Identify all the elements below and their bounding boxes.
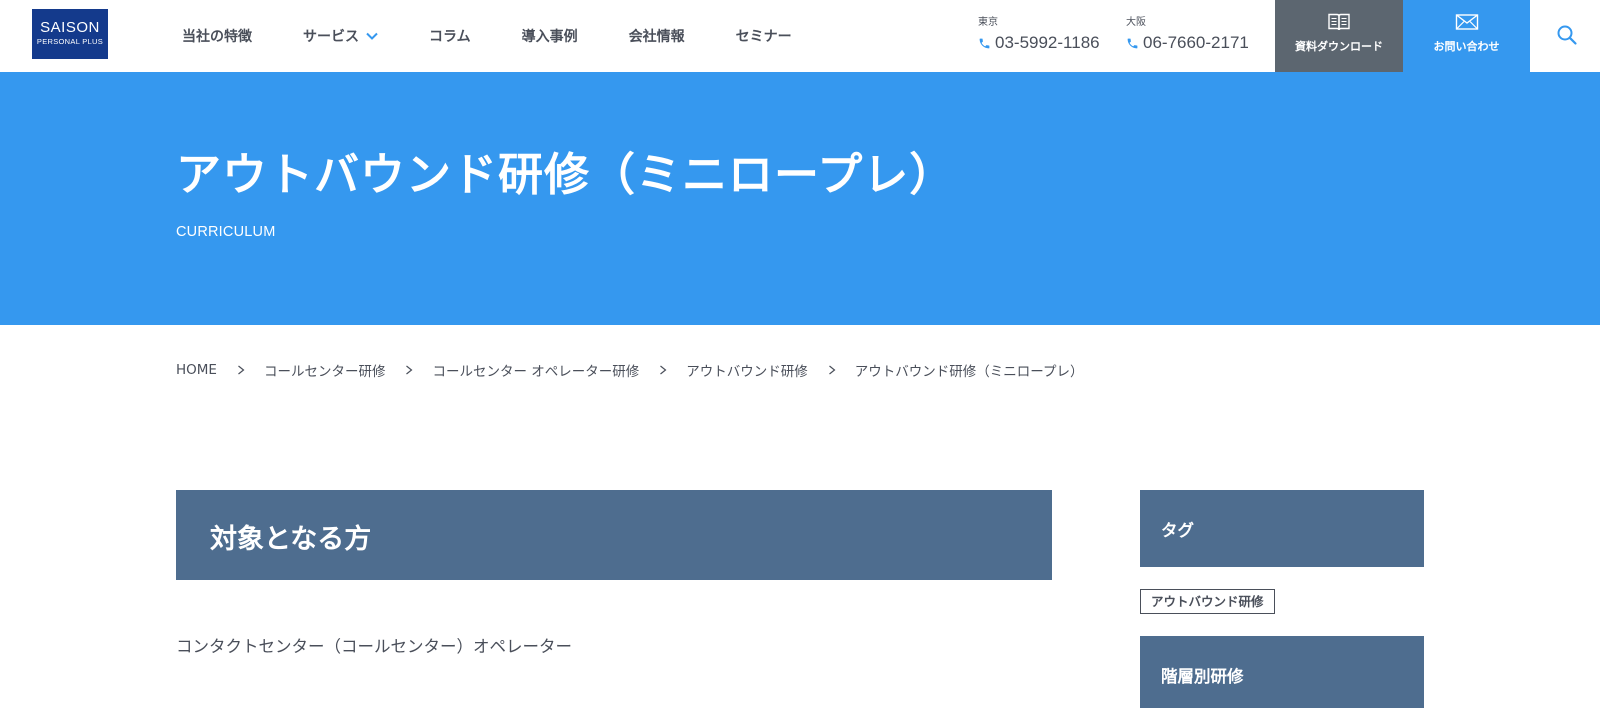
- chevron-right-icon: [828, 365, 836, 375]
- nav-item-features[interactable]: 当社の特徴: [182, 26, 252, 46]
- page-title: アウトバウンド研修（ミニロープレ）: [176, 148, 956, 201]
- phone-number-tokyo[interactable]: 03-5992-1186: [978, 33, 1100, 53]
- nav-item-seminar[interactable]: セミナー: [736, 26, 792, 46]
- breadcrumb-item-home[interactable]: HOME: [176, 362, 217, 378]
- phone-label-tokyo: 東京: [978, 17, 998, 28]
- phone-tokyo: 東京 03-5992-1186: [978, 16, 1100, 53]
- nav-item-column[interactable]: コラム: [429, 26, 471, 46]
- section-title: 対象となる方: [210, 524, 372, 555]
- breadcrumb-item-outbound[interactable]: アウトバウンド研修: [686, 360, 808, 380]
- company-logo[interactable]: SAISON PERSONAL PLUS: [32, 9, 108, 59]
- nav-item-label: サービス: [303, 29, 359, 45]
- contact-button-label: お問い合わせ: [1433, 40, 1500, 53]
- nav-item-label: 当社の特徴: [182, 29, 252, 45]
- nav-item-label: 導入事例: [521, 29, 578, 45]
- nav-item-label: セミナー: [735, 29, 792, 45]
- main-nav: 当社の特徴 サービス コラム 導入事例 会社情報 セミナー: [182, 0, 792, 72]
- download-button[interactable]: 資料ダウンロード: [1275, 0, 1403, 72]
- logo-sub-text: PERSONAL PLUS: [36, 37, 104, 46]
- target-audience-text: コンタクトセンター（コールセンター）オペレーター: [176, 637, 572, 656]
- breadcrumb-item-callcenter[interactable]: コールセンター研修: [264, 360, 386, 380]
- phone-label-osaka: 大阪: [1126, 17, 1146, 28]
- contact-button[interactable]: お問い合わせ: [1403, 0, 1530, 72]
- phone-osaka: 大阪 06-7660-2171: [1126, 16, 1249, 53]
- book-icon: [1328, 13, 1350, 31]
- nav-item-label: 会社情報: [628, 29, 685, 45]
- sidebar-header-level: 階層別研修: [1140, 636, 1424, 708]
- download-button-label: 資料ダウンロード: [1295, 40, 1383, 53]
- phone-number-text: 03-5992-1186: [995, 33, 1100, 52]
- breadcrumb-item-operator[interactable]: コールセンター オペレーター研修: [432, 360, 639, 380]
- phone-icon: [1127, 38, 1138, 48]
- chevron-right-icon: [406, 365, 413, 375]
- hero-banner: アウトバウンド研修（ミニロープレ） CURRICULUM: [0, 72, 1600, 325]
- chevron-right-icon: [660, 365, 667, 375]
- breadcrumb: HOME コールセンター研修 コールセンター オペレーター研修 アウトバウンド研…: [176, 360, 1083, 380]
- nav-item-label: コラム: [429, 29, 471, 45]
- nav-item-case-studies[interactable]: 導入事例: [522, 26, 578, 46]
- sidebar-title-level: 階層別研修: [1161, 667, 1244, 686]
- search-icon[interactable]: [1556, 24, 1578, 46]
- tag-chip-outbound[interactable]: アウトバウンド研修: [1140, 589, 1275, 614]
- section-header-target: 対象となる方: [176, 490, 1052, 580]
- mail-icon: [1455, 14, 1478, 30]
- nav-item-services[interactable]: サービス: [303, 26, 378, 46]
- chevron-down-icon: [366, 32, 378, 40]
- nav-item-company[interactable]: 会社情報: [629, 26, 685, 46]
- site-header: SAISON PERSONAL PLUS 当社の特徴 サービス コラム 導入事例…: [0, 0, 1600, 72]
- logo-main-text: SAISON: [40, 19, 100, 36]
- page-subtitle: CURRICULUM: [176, 224, 276, 240]
- breadcrumb-item-current: アウトバウンド研修（ミニロープレ）: [854, 364, 1084, 380]
- phone-icon: [979, 38, 990, 48]
- phone-number-osaka[interactable]: 06-7660-2171: [1126, 33, 1249, 53]
- chevron-right-icon: [238, 365, 245, 375]
- phone-number-text: 06-7660-2171: [1143, 33, 1249, 52]
- sidebar-header-tags: タグ: [1140, 490, 1424, 567]
- sidebar-title-tags: タグ: [1161, 521, 1194, 540]
